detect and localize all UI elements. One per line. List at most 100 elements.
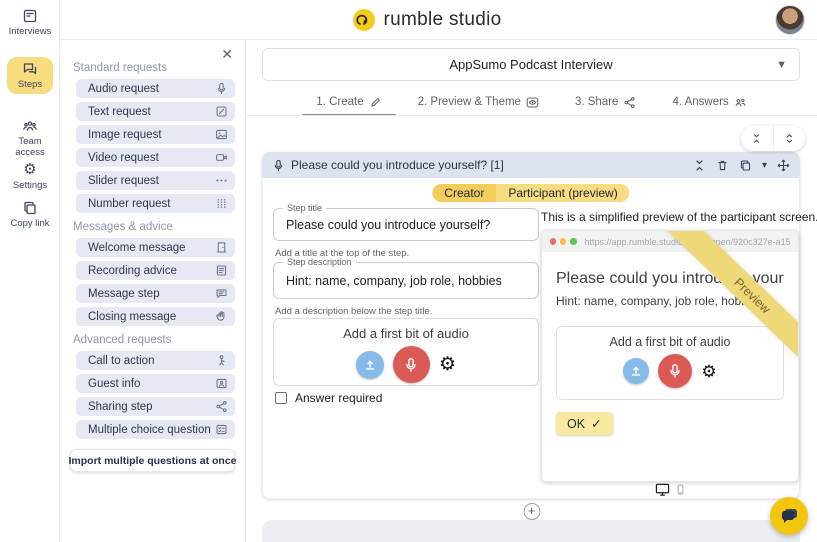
chevron-down-icon: ▼ <box>776 59 787 71</box>
panel-item-guest-info[interactable]: Guest info <box>76 374 235 393</box>
interview-select[interactable]: AppSumo Podcast Interview ▼ <box>262 48 800 81</box>
panel-item-label: Text request <box>88 106 215 118</box>
audio-settings-button[interactable]: ⚙ <box>439 355 456 374</box>
panel-item-label: Call to action <box>88 355 215 367</box>
user-avatar[interactable] <box>775 5 805 35</box>
rumble-logo-icon <box>352 8 376 32</box>
rail-item-interviews[interactable]: Interviews <box>7 4 53 41</box>
panel-item-label: Slider request <box>88 175 215 187</box>
record-audio-button[interactable] <box>393 346 430 383</box>
panel-item-video-request[interactable]: Video request <box>76 148 235 167</box>
answer-required-row: Answer required <box>275 391 382 405</box>
steps-panel: ✕ Standard requestsAudio requestText req… <box>60 40 246 542</box>
expand-all-button[interactable] <box>773 126 806 151</box>
audio-controls: ⚙ <box>274 346 538 383</box>
more-options-button[interactable]: ▾ <box>762 159 767 172</box>
panel-item-recording-advice[interactable]: Recording advice <box>76 261 235 280</box>
tab-4-answers[interactable]: 4. Answers <box>672 87 746 117</box>
panel-item-call-to-action[interactable]: Call to action <box>76 351 235 370</box>
app-logo: rumble studio <box>352 0 502 40</box>
tab-1-create[interactable]: 1. Create <box>316 87 381 117</box>
interview-title: AppSumo Podcast Interview <box>449 57 612 72</box>
tabs: 1. Create 2. Preview & Theme 3. Share 4. An… <box>246 87 817 117</box>
answer-required-checkbox[interactable] <box>275 392 287 404</box>
duplicate-step-button[interactable] <box>739 159 752 172</box>
step-card-actions: ▾ <box>693 159 790 172</box>
share-icon <box>215 400 228 413</box>
panel-item-sharing-step[interactable]: Sharing step <box>76 397 235 416</box>
desktop-icon[interactable] <box>654 482 671 497</box>
ok-label: OK <box>567 417 585 431</box>
preview-ok-button[interactable]: OK ✓ <box>556 412 613 435</box>
tab-label: 3. Share <box>575 96 618 108</box>
participant-preview-card: https://app.rumble.studio/forms/open/920… <box>541 230 799 482</box>
audio-box: Add a first bit of audio ⚙ <box>273 318 539 386</box>
close-icon[interactable]: ✕ <box>217 44 237 65</box>
mic-icon <box>215 82 228 95</box>
panel-item-text-request[interactable]: Text request <box>76 102 235 121</box>
left-rail: Interviews Steps Team access ⚙ Settings … <box>0 0 60 542</box>
panel-item-welcome-message[interactable]: Welcome message <box>76 238 235 257</box>
rail-item-copy-link[interactable]: Copy link <box>7 196 53 233</box>
preview-audio-box: Add a first bit of audio ⚙ <box>556 326 784 400</box>
rail-item-team-access[interactable]: Team access <box>7 114 53 162</box>
step-description-helper: Add a description below the step title. <box>275 306 432 317</box>
trash-icon <box>716 159 729 172</box>
collapse-all-button[interactable] <box>741 126 773 151</box>
preview-record-button[interactable] <box>658 354 692 388</box>
step-description-field[interactable]: Step description Hint: name, company, jo… <box>273 262 539 299</box>
traffic-light-green-icon <box>570 238 576 245</box>
preview-content: Please could you introduce yourself? Hin… <box>542 252 798 445</box>
panel-item-slider-request[interactable]: Slider request <box>76 171 235 190</box>
step-title-field[interactable]: Step title Please could you introduce yo… <box>273 208 539 241</box>
rail-item-label: Copy link <box>10 218 49 229</box>
step-title-label: Step title <box>283 203 326 213</box>
chat-fab[interactable] <box>770 497 808 535</box>
delete-step-button[interactable] <box>716 159 729 172</box>
answer-required-label: Answer required <box>295 391 382 405</box>
mcq-icon <box>215 423 228 436</box>
panel-item-closing-message[interactable]: Closing message <box>76 307 235 326</box>
top-header: rumble studio <box>60 0 817 40</box>
list-icon <box>215 264 228 277</box>
add-step-button[interactable]: + <box>523 503 540 520</box>
collapsed-next-step[interactable] <box>262 520 800 542</box>
panel-item-audio-request[interactable]: Audio request <box>76 79 235 98</box>
people-icon <box>734 96 747 109</box>
team-icon <box>22 118 38 134</box>
preview-audio-settings-button[interactable]: ⚙ <box>701 363 716 380</box>
collapse-expand-pill <box>741 126 805 151</box>
mic-icon <box>403 357 419 373</box>
preview-upload-button[interactable] <box>623 358 649 384</box>
panel-item-message-step[interactable]: Message step <box>76 284 235 303</box>
pencil-icon <box>369 96 382 109</box>
collapse-icon <box>751 133 762 144</box>
collapse-step-button[interactable] <box>693 159 706 172</box>
rail-item-label: Settings <box>13 180 47 191</box>
upload-icon <box>363 358 377 372</box>
gear-icon: ⚙ <box>23 162 36 178</box>
upload-audio-button[interactable] <box>356 351 384 379</box>
traffic-light-red-icon <box>550 238 556 245</box>
panel-item-multiple-choice-question[interactable]: Multiple choice question <box>76 420 235 439</box>
panel-item-number-request[interactable]: Number request <box>76 194 235 213</box>
main-area: AppSumo Podcast Interview ▼ 1. Create 2. … <box>246 40 817 542</box>
collapse-icon <box>693 159 706 172</box>
mic-icon <box>667 363 683 379</box>
tab-2-preview-theme[interactable]: 2. Preview & Theme <box>418 87 539 117</box>
video-icon <box>215 151 228 164</box>
step-card: Please could you introduce yourself? [1]… <box>262 152 800 499</box>
header-divider <box>246 115 817 116</box>
mobile-icon[interactable] <box>675 482 686 497</box>
tab-3-share[interactable]: 3. Share <box>575 87 636 117</box>
import-questions-button[interactable]: Import multiple questions at once <box>70 449 235 472</box>
image-icon <box>215 128 228 141</box>
step-card-header[interactable]: Please could you introduce yourself? [1]… <box>262 152 800 178</box>
rail-item-settings[interactable]: ⚙ Settings <box>7 158 53 195</box>
text-icon <box>215 105 228 118</box>
move-step-handle[interactable] <box>777 159 790 172</box>
panel-item-image-request[interactable]: Image request <box>76 125 235 144</box>
share-icon <box>623 96 636 109</box>
rail-item-steps[interactable]: Steps <box>7 57 53 94</box>
tab-label: 1. Create <box>316 96 363 108</box>
